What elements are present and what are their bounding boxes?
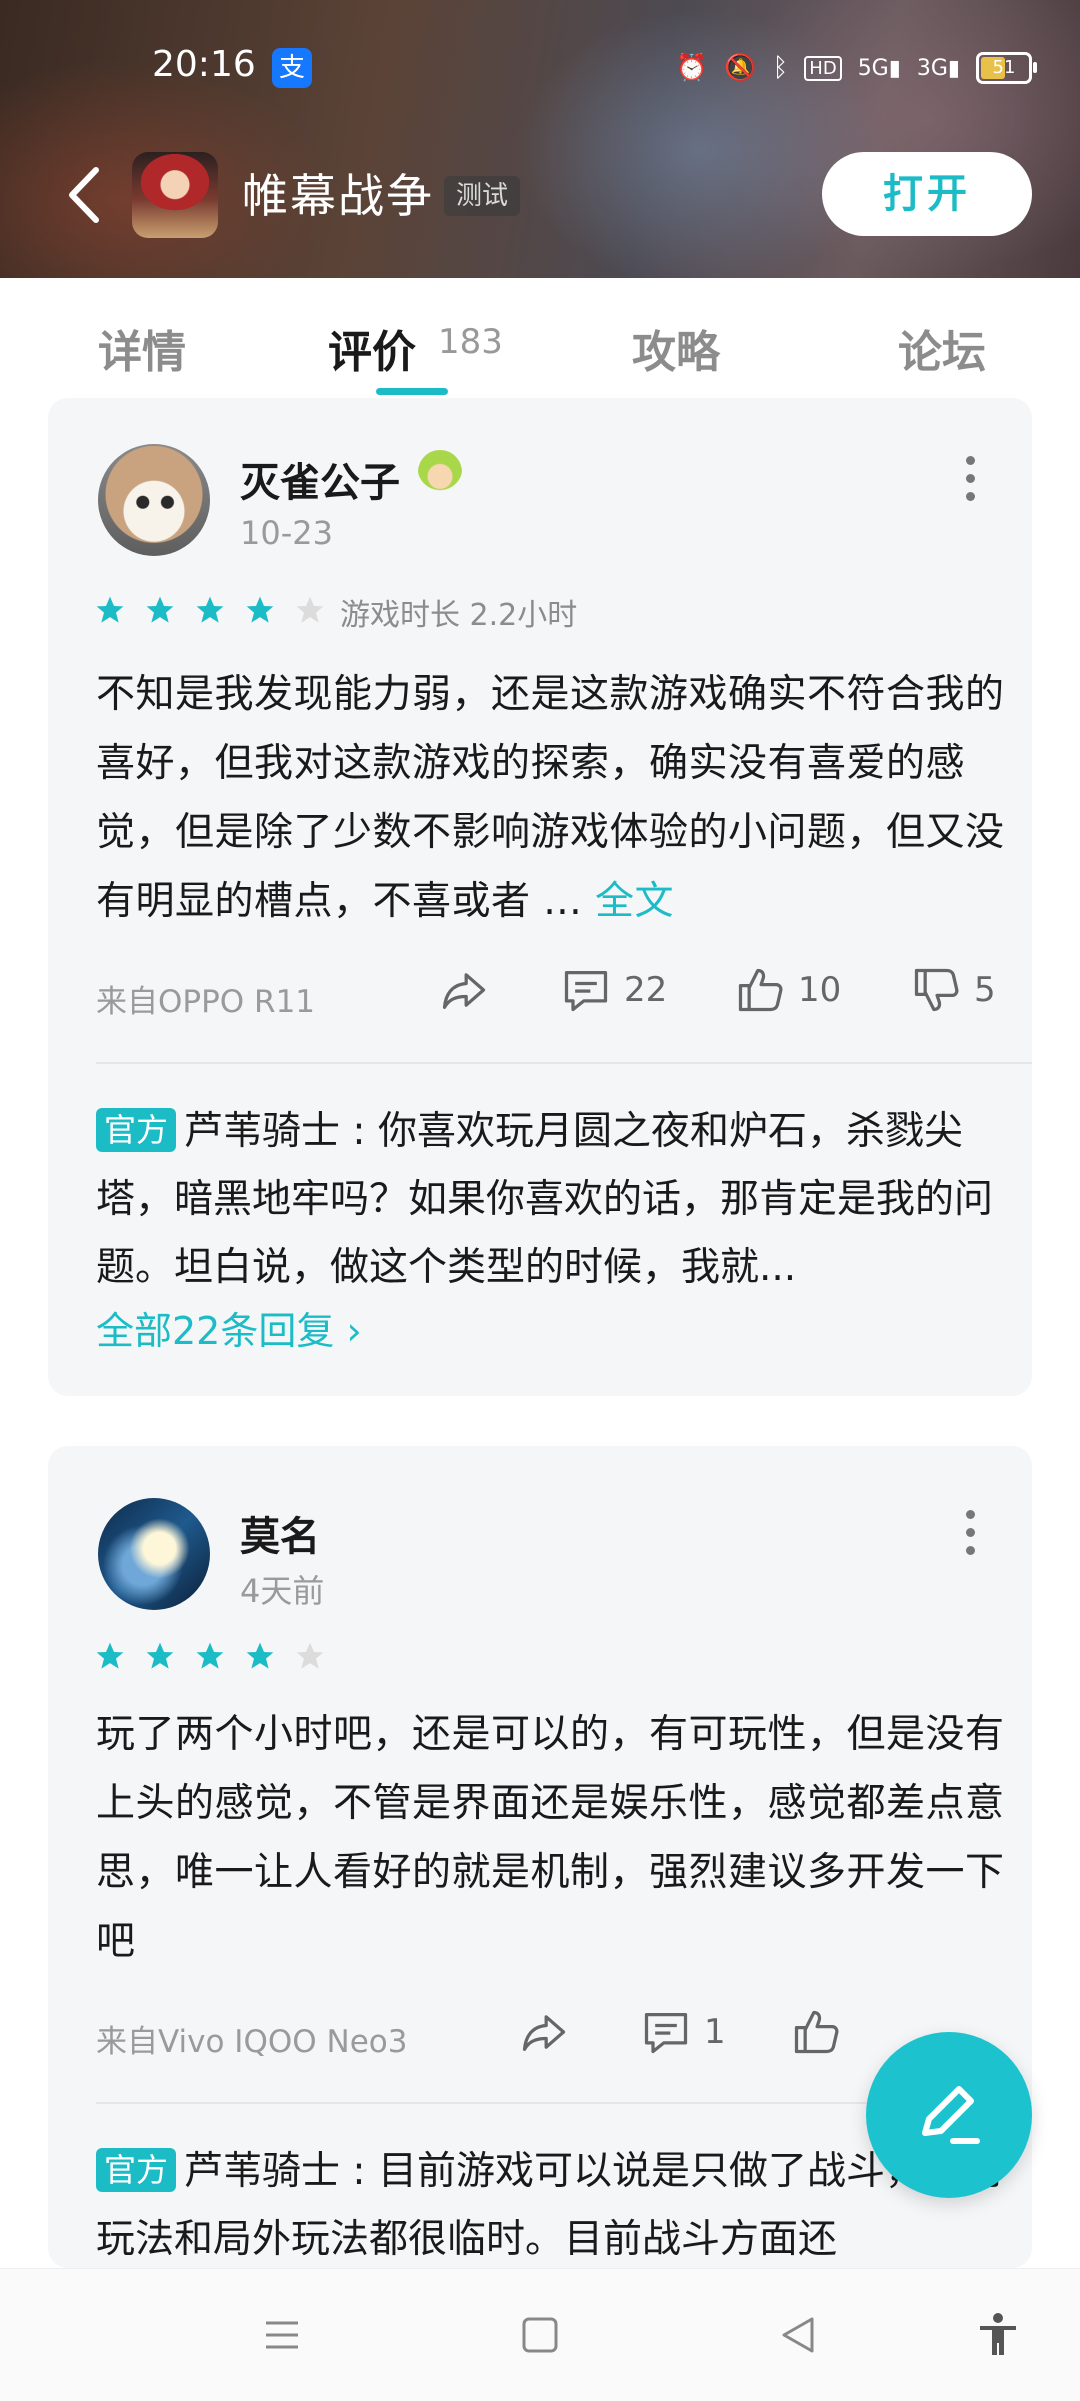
review-text[interactable]: 不知是我发现能力弱，还是这款游戏确实不符合我的喜好，但我对这款游戏的探索，确实没… [96, 660, 1032, 936]
dislike-count: 5 [974, 970, 996, 1010]
review-body: 不知是我发现能力弱，还是这款游戏确实不符合我的喜好，但我对这款游戏的探索，确实没… [96, 672, 1005, 924]
tab-guides[interactable]: 攻略 [632, 316, 720, 380]
avatar[interactable] [98, 1498, 210, 1610]
star-filled-icon [146, 596, 174, 623]
play-time: 游戏时长 2.2小时 [340, 598, 578, 633]
share-icon [442, 973, 486, 1009]
comment-button[interactable]: 1 [640, 2006, 726, 2058]
all-replies-link[interactable]: 全部22条回复 › [96, 1300, 362, 1355]
review-date: 10-23 [240, 514, 333, 552]
thumbs-down-icon [914, 968, 959, 1012]
signal-5g-icon: 5G▮ [857, 55, 901, 81]
comment-button[interactable]: 22 [560, 964, 667, 1016]
star-filled-icon [246, 1642, 274, 1669]
chevron-right-icon: › [334, 1309, 362, 1353]
tab-bar: 详情 评价 183 攻略 论坛 [0, 278, 1080, 396]
star-empty-icon [296, 596, 324, 623]
bluetooth-icon: ᛒ [772, 53, 789, 83]
share-icon [522, 2015, 566, 2051]
comment-count: 1 [704, 2012, 726, 2052]
star-empty-icon [296, 1642, 324, 1669]
like-button[interactable]: 10 [734, 964, 841, 1016]
thumbs-up-icon [738, 968, 783, 1012]
battery-icon: 51 [976, 52, 1037, 84]
alipay-icon: 支 [272, 48, 312, 88]
pencil-icon [922, 2086, 980, 2144]
official-tag: 官方 [96, 2148, 177, 2192]
star-filled-icon [196, 596, 224, 623]
official-reply[interactable]: 官方 芦苇骑士 : 你喜欢玩月圆之夜和炉石，杀戮尖塔，暗黑地牢吗？如果你喜欢的话，… [96, 1098, 1032, 1302]
star-filled-icon [146, 1642, 174, 1669]
home-icon[interactable] [516, 2311, 564, 2359]
game-icon[interactable] [132, 152, 218, 238]
status-bar: 20:16 支 ⏰ 🔕 ᛒ HD 5G▮ 3G▮ 51 [0, 40, 1080, 100]
comment-count: 22 [624, 970, 668, 1010]
system-nav-bar [0, 2268, 1080, 2401]
menu-icon[interactable] [258, 2311, 306, 2359]
status-icons: ⏰ 🔕 ᛒ HD 5G▮ 3G▮ 51 [675, 46, 1037, 90]
back-button[interactable] [60, 160, 110, 230]
official-reply-text: 芦苇骑士 : 你喜欢玩月圆之夜和炉石，杀戮尖塔，暗黑地牢吗？如果你喜欢的话，那肯… [96, 1109, 994, 1290]
divider [96, 1062, 1032, 1064]
official-tag: 官方 [96, 1108, 177, 1152]
tab-forum[interactable]: 论坛 [898, 316, 986, 380]
device-source: 来自Vivo IQOO Neo3 [96, 2024, 408, 2060]
dislike-button[interactable]: 5 [910, 964, 996, 1016]
review-date: 4天前 [240, 1572, 325, 1610]
like-count: 10 [798, 970, 842, 1010]
review-username[interactable]: 莫名 [240, 1504, 320, 1562]
app-header: 20:16 支 ⏰ 🔕 ᛒ HD 5G▮ 3G▮ 51 帷幕战争 测试 打开 [0, 0, 1080, 278]
hd-icon: HD [804, 55, 842, 81]
share-button[interactable] [518, 2006, 570, 2058]
battery-level: 51 [992, 57, 1016, 78]
mute-icon: 🔕 [724, 53, 757, 83]
avatar[interactable] [98, 444, 210, 556]
like-button[interactable] [790, 2006, 842, 2058]
test-tag: 测试 [444, 176, 521, 216]
open-button[interactable]: 打开 [822, 152, 1032, 236]
share-button[interactable] [438, 964, 490, 1016]
comment-icon [564, 971, 608, 1012]
rating-stars [94, 594, 326, 626]
signal-3g-icon: 3G▮ [916, 55, 960, 81]
write-review-button[interactable] [866, 2032, 1032, 2198]
back-triangle-icon[interactable] [774, 2311, 822, 2359]
tab-active-indicator [376, 388, 448, 395]
star-filled-icon [96, 1642, 124, 1669]
game-title: 帷幕战争 [242, 169, 434, 223]
more-options-icon[interactable] [964, 456, 976, 502]
star-filled-icon [196, 1642, 224, 1669]
rating-stars [94, 1640, 326, 1672]
star-filled-icon [96, 596, 124, 623]
thumbs-up-icon [794, 2010, 839, 2054]
review-text[interactable]: 玩了两个小时吧，还是可以的，有可玩性，但是没有上头的感觉，不管是界面还是娱乐性，… [96, 1700, 1032, 1976]
read-more-link[interactable]: 全文 [595, 879, 674, 924]
review-username[interactable]: 灭雀公子 [240, 450, 400, 508]
chevron-left-icon [69, 167, 99, 223]
device-source: 来自OPPO R11 [96, 984, 316, 1020]
review-card: 灭雀公子 10-23 游戏时长 2.2小时 不知是我发现能力弱，还是这款游戏确实… [48, 398, 1032, 1396]
star-filled-icon [246, 596, 274, 623]
comment-icon [644, 2013, 688, 2054]
alarm-icon: ⏰ [675, 53, 709, 83]
status-time: 20:16 [152, 44, 256, 85]
user-badge-icon [418, 450, 462, 494]
tab-reviews-count: 183 [438, 322, 503, 362]
all-replies-label: 全部22条回复 [96, 1309, 335, 1353]
tab-reviews[interactable]: 评价 [328, 316, 416, 380]
tab-details[interactable]: 详情 [98, 316, 186, 380]
official-reply-text: 芦苇骑士 : 目前游戏可以说是只做了战斗，局内玩法和局外玩法都很临时。目前战斗方… [96, 2149, 1002, 2262]
accessibility-icon[interactable] [974, 2311, 1022, 2359]
more-options-icon[interactable] [964, 1510, 976, 1556]
